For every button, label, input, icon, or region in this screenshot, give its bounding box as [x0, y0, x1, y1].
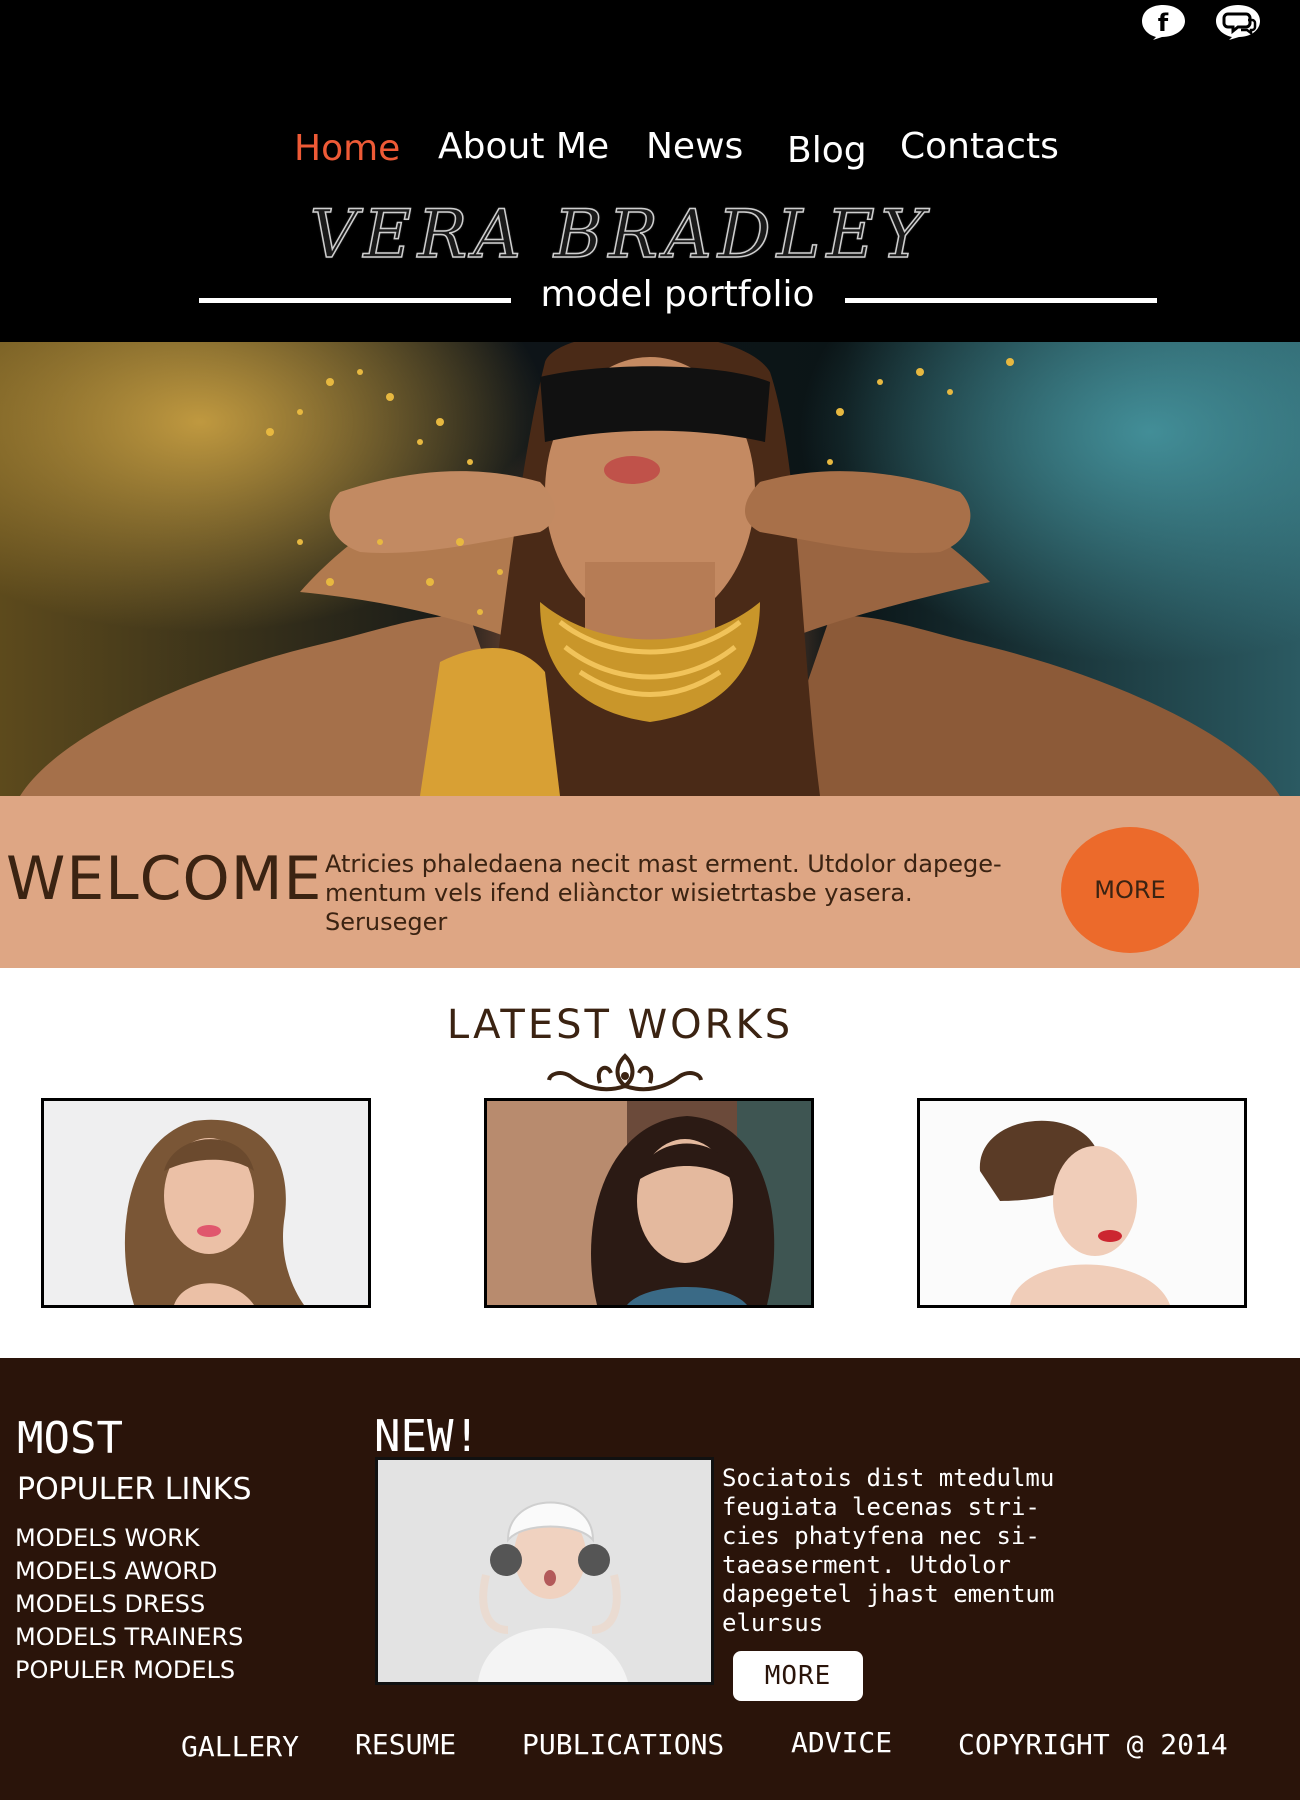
chat-bubble-icon[interactable]	[1212, 2, 1264, 41]
link-models-aword[interactable]: MODELS AWORD	[15, 1555, 243, 1588]
brand-logo: VERA BRADLEY	[309, 195, 931, 274]
link-models-dress[interactable]: MODELS DRESS	[15, 1588, 243, 1621]
nav-contacts[interactable]: Contacts	[900, 126, 1059, 167]
bottom-nav-publications[interactable]: PUBLICATIONS	[522, 1728, 724, 1761]
bottom-nav-advice[interactable]: ADVICE	[791, 1726, 892, 1759]
flourish-ornament-icon	[547, 1053, 703, 1092]
bottom-nav-resume[interactable]: RESUME	[355, 1728, 456, 1761]
most-title: MOST	[17, 1413, 123, 1464]
populer-links-list: MODELS WORK MODELS AWORD MODELS DRESS MO…	[15, 1522, 243, 1687]
link-populer-models[interactable]: POPULER MODELS	[15, 1654, 243, 1687]
link-models-trainers[interactable]: MODELS TRAINERS	[15, 1621, 243, 1654]
nav-blog[interactable]: Blog	[787, 130, 867, 171]
tagline-row: model portfolio	[0, 272, 1300, 322]
new-feature-text: Sociatois dist mtedulmu feugiata lecenas…	[722, 1464, 1055, 1637]
tagline: model portfolio	[540, 274, 815, 315]
work-thumbnail[interactable]	[484, 1098, 814, 1308]
work-thumbnail[interactable]	[917, 1098, 1247, 1308]
welcome-more-button[interactable]: MORE	[1061, 827, 1199, 953]
link-models-work[interactable]: MODELS WORK	[15, 1522, 243, 1555]
latest-works-title: LATEST WORKS	[446, 1002, 794, 1048]
bottom-nav-gallery[interactable]: GALLERY	[181, 1730, 299, 1763]
hero-banner	[0, 342, 1300, 796]
populer-links-title: POPULER LINKS	[17, 1472, 252, 1507]
welcome-text: Atricies phaledaena necit mast erment. U…	[325, 850, 1002, 936]
site-header: f Home About Me News Blog Contacts VERA …	[0, 0, 1300, 342]
nav-about-me[interactable]: About Me	[438, 126, 609, 167]
latest-works-section: LATEST WORKS	[0, 968, 1300, 1358]
hero-model-image	[20, 342, 1280, 796]
new-more-button[interactable]: MORE	[733, 1651, 863, 1701]
nav-news[interactable]: News	[646, 126, 743, 167]
site-footer: MOST POPULER LINKS MODELS WORK MODELS AW…	[0, 1358, 1300, 1800]
copyright-text: COPYRIGHT @ 2014	[958, 1728, 1228, 1761]
new-title: NEW!	[374, 1411, 480, 1462]
welcome-section: WELCOME Atricies phaledaena necit mast e…	[0, 796, 1300, 968]
svg-text:f: f	[1158, 9, 1169, 37]
facebook-icon[interactable]: f	[1138, 2, 1189, 41]
divider-right	[845, 298, 1157, 303]
bottom-nav: GALLERY RESUME PUBLICATIONS ADVICE COPYR…	[0, 1726, 1300, 1766]
main-nav: Home About Me News Blog Contacts	[0, 124, 1300, 174]
new-feature-image[interactable]	[375, 1457, 714, 1685]
nav-home[interactable]: Home	[294, 128, 400, 169]
welcome-title: WELCOME	[6, 844, 323, 914]
work-thumbnail[interactable]	[41, 1098, 371, 1308]
divider-left	[199, 298, 511, 303]
